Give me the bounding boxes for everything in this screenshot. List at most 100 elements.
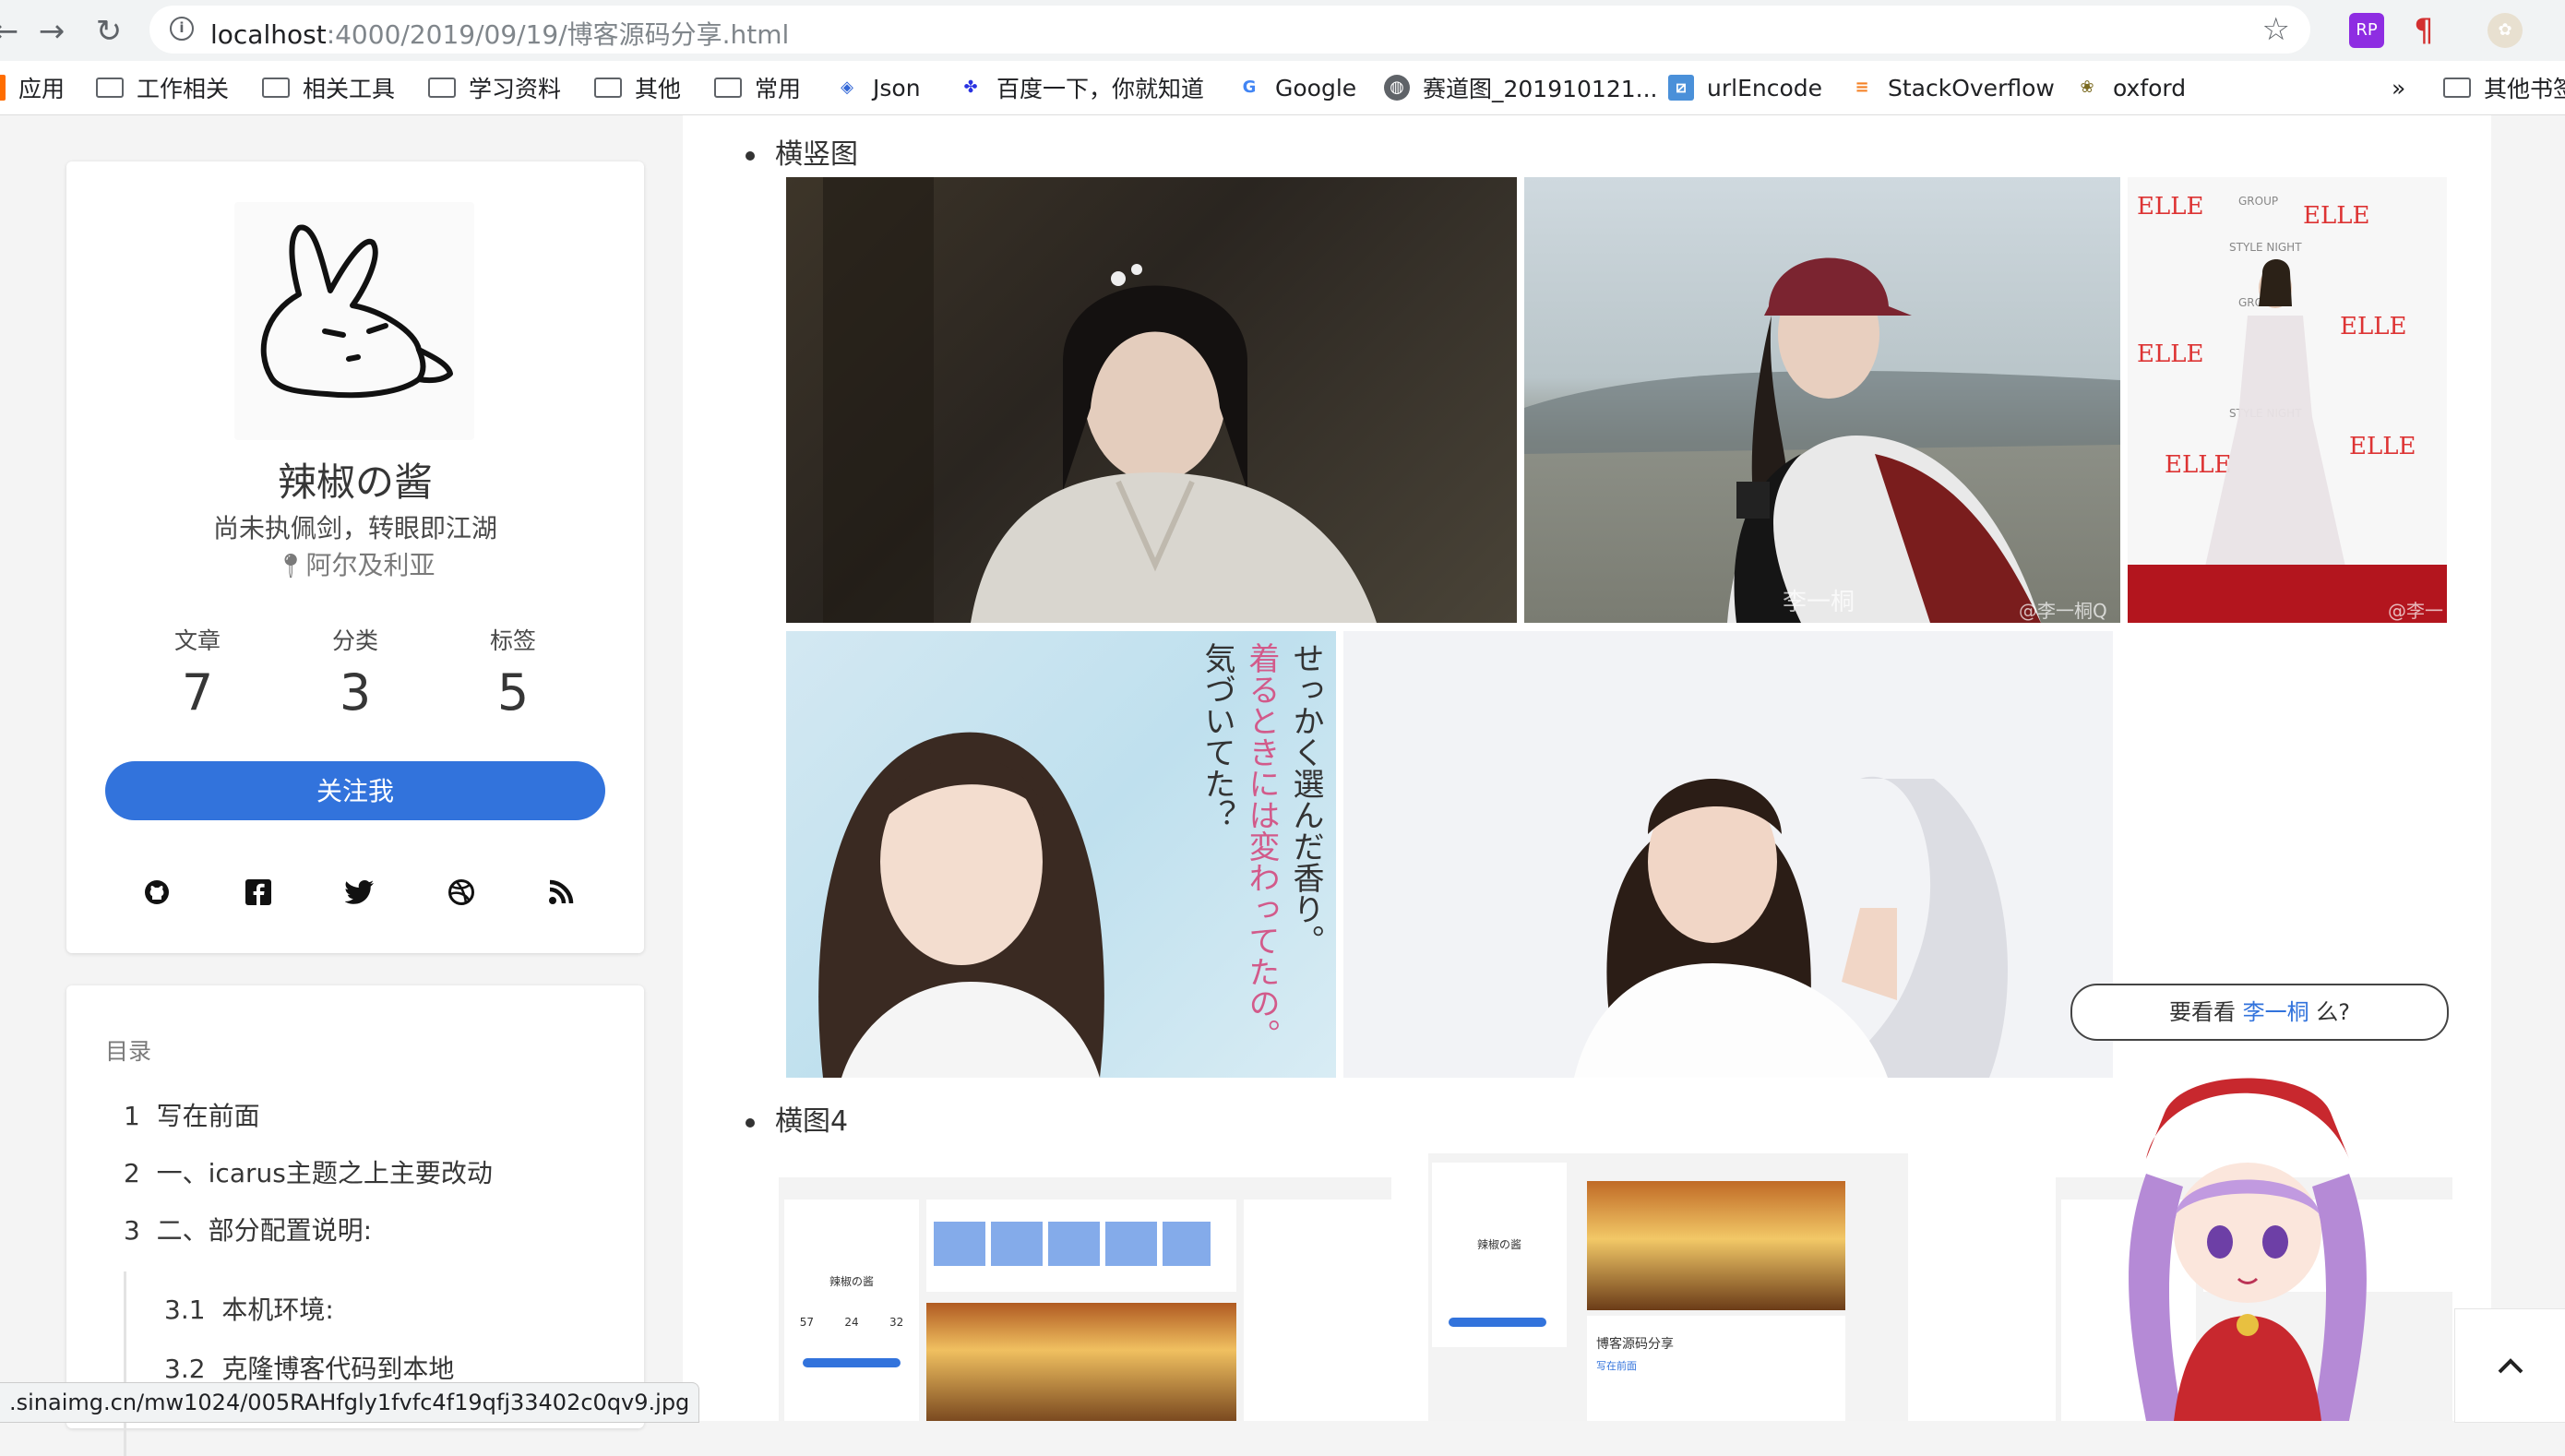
stat-categories[interactable]: 分类 3 [272,623,438,722]
bookmark-google[interactable]: G Google [1236,74,1357,101]
rss-icon[interactable] [541,872,581,913]
back-icon[interactable]: ← [0,11,26,52]
thumb-subhead: 写在前面 [1596,1360,1637,1372]
bookmark-oxford[interactable]: ❀ oxford [2074,74,2186,101]
toc-item[interactable]: 3 二、部分配置说明: [124,1211,372,1247]
gallery-photo[interactable] [1343,631,2113,1078]
reload-icon[interactable]: ↻ [89,11,129,52]
gallery-photo[interactable]: 辣椒の酱 博客源码分享 写在前面 [1428,1153,2059,1421]
browser-toolbar: ← → ↻ i localhost:4000/2019/09/19/博客源码分享… [0,0,2565,61]
bookmark-folder[interactable]: 其他 [594,74,681,102]
oxford-icon: ❀ [2080,78,2094,97]
svg-text:ELLE: ELLE [2137,193,2204,221]
profile-card: 辣椒の酱 尚未执佩剑，转眼即江湖 📍︎阿尔及利亚 文章 7 分类 3 标签 5 … [66,161,644,953]
dribbble-icon[interactable] [441,872,482,913]
bookmark-folder[interactable]: 工作相关 [96,74,229,102]
bookmark-apps[interactable]: 应用 [0,74,65,102]
stat-value: 3 [339,663,372,722]
bookmark-stackoverflow[interactable]: ≡ StackOverflow [1849,74,2054,101]
folder-icon [2443,78,2471,98]
thumb-stat: 24 [844,1316,859,1329]
toc-item[interactable]: 1 写在前面 [124,1096,260,1133]
folder-icon [262,78,290,98]
svg-text:STYLE NIGHT: STYLE NIGHT [2229,241,2302,254]
bookmarks-overflow[interactable]: » [2392,74,2405,101]
svg-text:ELLE: ELLE [2165,451,2232,479]
thumb-stat: 32 [889,1316,904,1329]
gallery-photo[interactable]: 李一桐 @李一桐Q [1524,177,2120,623]
mascot-speech-bubble: 要看看 李一桐 么? [2070,984,2449,1041]
folder-icon [428,78,456,98]
profile-avatar-icon[interactable]: ✿ [2487,13,2523,48]
json-icon: ◈ [841,78,853,97]
status-url: .sinaimg.cn/mw1024/005RAHfgly1fvfc4f19qf… [0,1382,700,1423]
svg-text:ELLE: ELLE [2349,433,2416,460]
thumb-blog-name: 辣椒の酱 [829,1275,874,1288]
bookmarks-bar: 应用 工作相关 相关工具 学习资料 其他 常用 ◈ Json ✤ 百度一下，你就知道… [0,61,2565,115]
baidu-paw-icon: ✤ [963,78,978,97]
thumb-blog-name: 辣椒の酱 [1476,1238,1521,1251]
photo-watermark: 李一桐 [1783,589,1855,616]
poster-text: 着るときには変わってたの。 [1243,642,1280,1050]
toc-card: 目录 1 写在前面 2 一、icarus主题之上主要改动 3 二、部分配置说明:… [66,985,644,1456]
extension-pilcrow-icon[interactable]: ¶ [2406,13,2441,48]
avatar [234,202,474,440]
mascot-character[interactable] [2109,1048,2386,1421]
bookmark-star-icon[interactable]: ☆ [2262,11,2290,48]
github-icon[interactable] [137,872,177,913]
section-heading: 横竖图 [746,131,858,172]
profile-name: 辣椒の酱 [277,459,433,505]
bookmark-json[interactable]: ◈ Json [834,74,920,101]
folder-icon [714,78,742,98]
bookmark-folder[interactable]: 学习资料 [428,74,561,102]
bookmark-folder[interactable]: 常用 [714,74,801,102]
svg-text:ELLE: ELLE [2137,340,2204,368]
facebook-icon[interactable] [238,872,279,913]
url-text[interactable]: localhost:4000/2019/09/19/博客源码分享.html [210,15,789,52]
svg-text:ELLE: ELLE [2303,202,2370,230]
urlencode-icon: ⧄ [1668,75,1694,101]
map-marker-icon: 📍︎ [275,553,306,580]
bookmark-other[interactable]: 其他书签 [2443,74,2565,102]
speech-link[interactable]: 李一桐 [2243,999,2309,1025]
info-icon[interactable]: i [170,17,194,41]
address-bar[interactable]: i localhost:4000/2019/09/19/博客源码分享.html … [149,6,2310,54]
stackoverflow-icon: ≡ [1855,78,1869,97]
stat-posts[interactable]: 文章 7 [114,623,280,722]
rabbit-logo-icon [260,224,453,399]
toc-item[interactable]: 3.2 克隆博客代码到本地 [164,1349,454,1386]
stat-label: 文章 [173,627,221,654]
folder-icon [96,78,124,98]
section-heading: 横图4 [746,1098,848,1139]
bookmark-baidu[interactable]: ✤ 百度一下，你就知道 [958,74,1204,102]
bookmark-folder[interactable]: 相关工具 [262,74,395,102]
globe-icon: ◍ [1384,75,1410,101]
svg-text:GROUP: GROUP [2238,195,2278,208]
gallery-photo[interactable]: ELLE ELLE ELLE ELLE ELLE ELLE GROUP STYLE NIGH… [2128,177,2447,623]
folder-icon [594,78,622,98]
poster-text: せっかく選んだ香り。 [1287,642,1324,956]
profile-tagline: 尚未执佩剑，转眼即江湖 [212,513,497,543]
gallery-photo[interactable] [786,177,1517,623]
bookmark-track[interactable]: ◍ 赛道图_201910121... [1384,74,1658,102]
toc-item[interactable]: 2 一、icarus主题之上主要改动 [124,1153,493,1190]
stat-tags[interactable]: 标签 5 [430,623,596,722]
back-to-top-button[interactable] [2454,1308,2565,1423]
twitter-icon[interactable] [340,872,380,913]
stat-value: 7 [181,663,214,722]
toc-divider [124,1271,126,1456]
svg-text:ELLE: ELLE [2340,313,2407,340]
extension-rp-icon[interactable]: RP [2349,13,2384,48]
toc-item[interactable]: 3.1 本机环境: [164,1290,334,1327]
gallery-photo[interactable]: 辣椒の酱 57 24 32 [779,1153,1391,1421]
bookmark-urlencode[interactable]: ⧄ urlEncode [1668,74,1822,101]
google-icon: G [1242,78,1257,97]
apps-grid-icon [0,75,6,101]
poster-text: 気づいてた？ [1199,642,1235,830]
gallery-photo[interactable]: せっかく選んだ香り。 着るときには変わってたの。 気づいてた？ [786,631,1336,1078]
thumb-stat: 57 [799,1316,814,1329]
profile-location: 📍︎阿尔及利亚 [275,550,435,580]
forward-icon[interactable]: → [31,11,72,52]
follow-button[interactable]: 关注我 [105,761,605,820]
photo-watermark: @李一桐Q [2019,600,2107,622]
